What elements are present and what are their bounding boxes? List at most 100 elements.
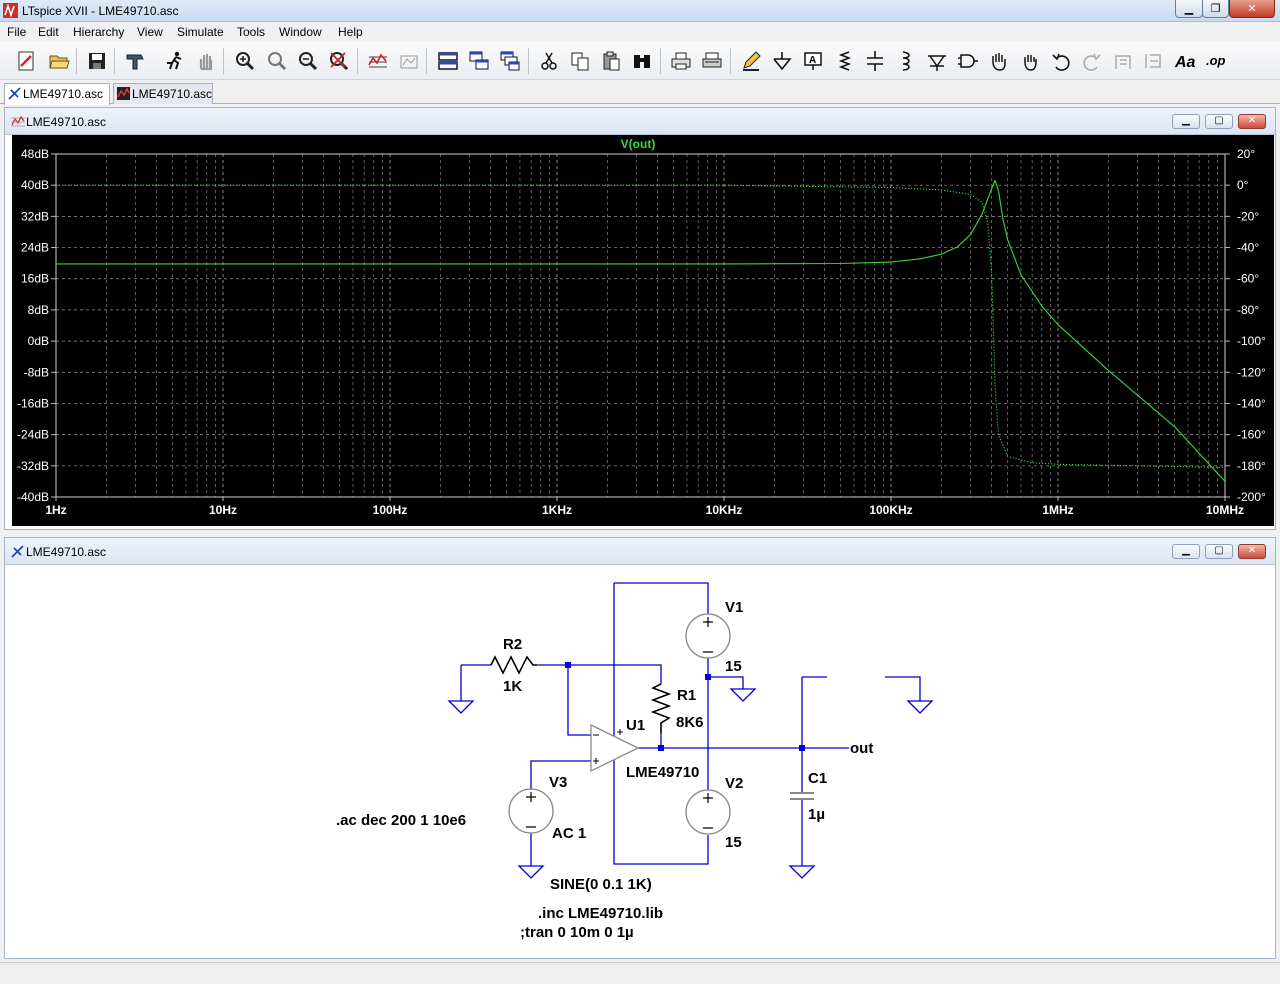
save-button[interactable] [84, 48, 110, 74]
tile-horizontal-button[interactable] [435, 48, 461, 74]
find-button[interactable] [629, 48, 655, 74]
ground-button[interactable] [769, 48, 795, 74]
inc-directive[interactable]: .inc LME49710.lib [538, 905, 663, 922]
c1-ref-label[interactable]: C1 [808, 770, 827, 787]
new-schematic-button[interactable] [14, 48, 40, 74]
schematic-close-button[interactable]: ✕ [1238, 544, 1266, 559]
c1-value-label[interactable]: 1µ [808, 806, 825, 823]
zoom-out-button[interactable] [295, 48, 321, 74]
minimize-icon: ▁ [1182, 115, 1190, 126]
menu-view[interactable]: View [137, 25, 163, 39]
x-tick-label: 10KHz [706, 503, 743, 517]
open-button[interactable] [46, 48, 72, 74]
paste-button[interactable] [598, 48, 624, 74]
y-right-tick-label: -180° [1237, 459, 1266, 473]
restore-window-button[interactable]: ❐ [1202, 0, 1229, 18]
y-right-tick-label: -160° [1237, 428, 1266, 442]
diode-button[interactable] [924, 48, 950, 74]
rotate-button[interactable] [1110, 48, 1136, 74]
undo-button[interactable] [1048, 48, 1074, 74]
menu-window[interactable]: Window [279, 25, 322, 39]
y-left-tick-label: -8dB [24, 365, 49, 379]
waveform-grid-icon [368, 53, 387, 68]
draw-wire-button[interactable] [738, 48, 764, 74]
ltspice-app-icon[interactable] [3, 3, 18, 18]
schematic-tab-icon [8, 87, 21, 100]
waveform-maximize-button[interactable]: ▢ [1205, 114, 1233, 129]
waveform-minimize-button[interactable]: ▁ [1172, 114, 1200, 129]
drag-button[interactable] [1017, 48, 1043, 74]
menu-help[interactable]: Help [338, 25, 363, 39]
r2-value-label[interactable]: 1K [503, 678, 522, 695]
svg-text:.op: .op [1206, 53, 1226, 68]
label-net-button[interactable]: A [800, 48, 826, 74]
close-window-button[interactable]: ✕ [1229, 0, 1275, 18]
r1-value-label[interactable]: 8K6 [676, 714, 704, 731]
tran-directive[interactable]: ;tran 0 10m 0 1µ [520, 924, 634, 941]
schematic-canvas[interactable]: R2 1K R1 8K6 U1 LME49710 V1 15 V2 15 V3 … [12, 565, 1274, 956]
cut-button[interactable] [536, 48, 562, 74]
tile-vertical-icon [500, 51, 520, 71]
cascade-button[interactable] [466, 48, 492, 74]
menu-file[interactable]: File [7, 25, 26, 39]
y-right-tick-label: -40° [1237, 241, 1259, 255]
pan-button[interactable] [264, 48, 290, 74]
copy-button[interactable] [567, 48, 593, 74]
trace-label[interactable]: V(out) [621, 137, 656, 151]
autorange-button[interactable] [365, 48, 391, 74]
control-panel-button[interactable] [122, 48, 148, 74]
r1-ref-label[interactable]: R1 [677, 687, 696, 704]
add-trace-button[interactable] [396, 48, 422, 74]
bode-plot[interactable]: V(out) 48dB 40dB 32dB 24dB 16dB 8dB 0dB -8dB -16… [12, 135, 1274, 526]
resistor-icon [838, 51, 852, 71]
u1-ref-label[interactable]: U1 [626, 717, 645, 734]
spice-directive-button[interactable]: .op [1203, 48, 1229, 74]
net-label-out[interactable]: out [850, 740, 873, 757]
v2-value-label[interactable]: 15 [725, 834, 742, 851]
y-right-tick-label: -200° [1237, 490, 1266, 504]
x-tick-label: 1MHz [1042, 503, 1073, 517]
menu-tools[interactable]: Tools [237, 25, 265, 39]
mirror-icon [1145, 54, 1161, 68]
menu-hierarchy[interactable]: Hierarchy [73, 25, 124, 39]
halt-button[interactable] [193, 48, 219, 74]
v2-ref-label[interactable]: V2 [725, 775, 743, 792]
inductor-button[interactable] [893, 48, 919, 74]
text-button[interactable]: Aa [1172, 48, 1198, 74]
schematic-window-title: LME49710.asc [26, 545, 107, 559]
v3-value-label[interactable]: AC 1 [552, 825, 586, 842]
redo-button[interactable] [1079, 48, 1105, 74]
v3-ref-label[interactable]: V3 [549, 774, 567, 791]
print-button[interactable] [699, 48, 725, 74]
zoom-fit-button[interactable] [326, 48, 352, 74]
schematic-minimize-button[interactable]: ▁ [1172, 544, 1200, 559]
y-left-tick-label: 0dB [28, 334, 49, 348]
resistor-button[interactable] [831, 48, 857, 74]
tile-vertical-button[interactable] [497, 48, 523, 74]
minimize-window-button[interactable]: ▁ [1175, 0, 1203, 18]
waveform-window-icon [11, 115, 25, 127]
tab-schematic[interactable]: LME49710.asc [4, 83, 110, 105]
v1-ref-label[interactable]: V1 [725, 599, 743, 616]
menu-edit[interactable]: Edit [38, 25, 59, 39]
u1-value-label[interactable]: LME49710 [626, 764, 699, 781]
mirror-button[interactable] [1141, 48, 1167, 74]
v3-sine-label[interactable]: SINE(0 0.1 1K) [550, 876, 652, 893]
y-left-tick-label: 40dB [21, 178, 49, 192]
waveform-close-button[interactable]: ✕ [1238, 114, 1266, 129]
r2-ref-label[interactable]: R2 [503, 636, 522, 653]
run-button[interactable] [161, 48, 187, 74]
component-button[interactable] [955, 48, 981, 74]
x-tick-label: 100KHz [869, 503, 912, 517]
ac-directive[interactable]: .ac dec 200 1 10e6 [336, 812, 466, 829]
move-button[interactable] [986, 48, 1012, 74]
menu-simulate[interactable]: Simulate [177, 25, 224, 39]
print-setup-button[interactable] [668, 48, 694, 74]
schematic-maximize-button[interactable]: ▢ [1205, 544, 1233, 559]
scissors-icon [541, 52, 557, 70]
zoom-in-button[interactable] [232, 48, 258, 74]
v1-value-label[interactable]: 15 [725, 658, 742, 675]
y-left-tick-label: 32dB [21, 209, 49, 223]
tab-waveform[interactable]: LME49710.asc [113, 83, 213, 104]
capacitor-button[interactable] [862, 48, 888, 74]
